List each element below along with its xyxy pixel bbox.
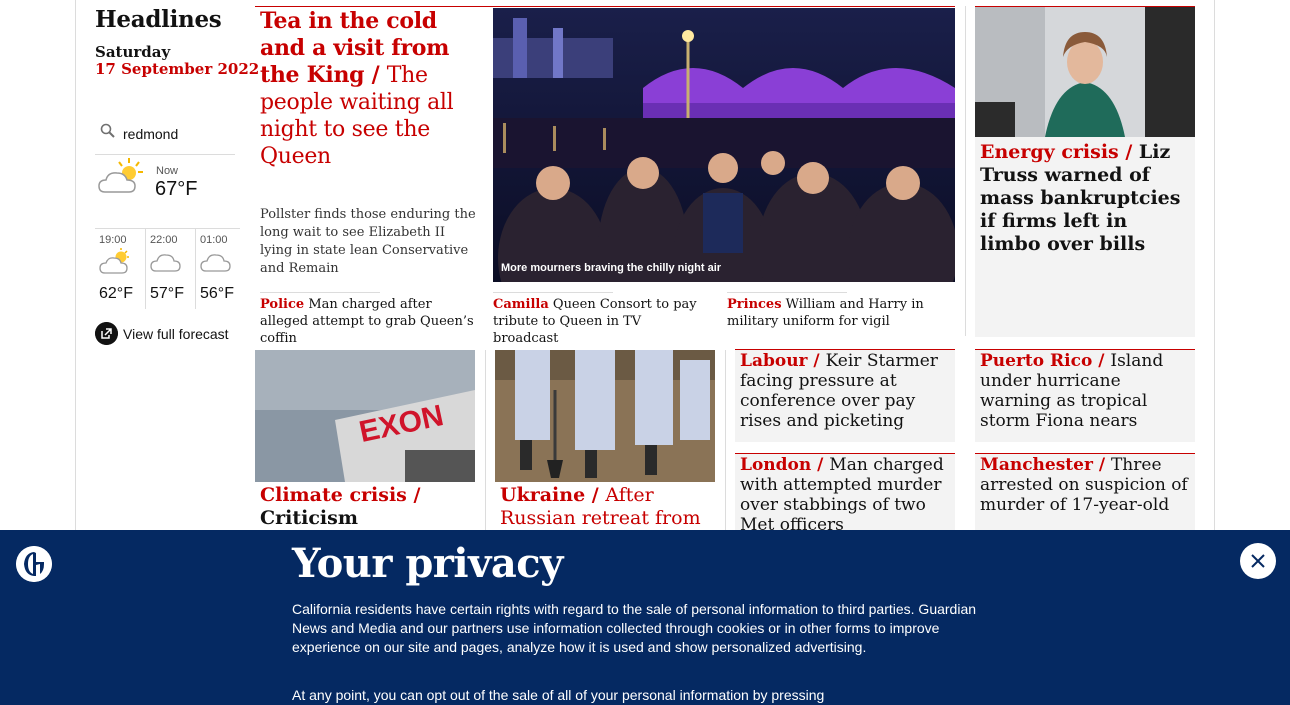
column-divider [485, 350, 486, 530]
privacy-title: Your privacy [292, 540, 563, 587]
ukraine-photo[interactable] [495, 350, 715, 482]
story-kicker: Puerto Rico / [980, 351, 1105, 371]
sublink-kicker: Police [260, 297, 305, 312]
puerto-rico-story-card[interactable]: Puerto Rico / Island under hurricane war… [975, 350, 1195, 442]
column-divider [965, 6, 966, 336]
sublink-police[interactable]: Police Man charged after alleged attempt… [260, 296, 480, 347]
now-temperature: 67°F [155, 178, 198, 200]
section-title: Headlines [95, 6, 222, 33]
liz-truss-photo [975, 7, 1195, 137]
guardian-logo-icon [16, 546, 52, 582]
now-label: Now [156, 165, 179, 177]
labour-story-card[interactable]: Labour / Keir Starmer facing pressure at… [735, 350, 955, 442]
privacy-paragraph: California residents have certain rights… [292, 601, 977, 655]
forecast-temp: 62°F [99, 285, 133, 302]
full-forecast-label: View full forecast [123, 326, 229, 342]
story-kicker: Climate crisis / [260, 484, 421, 506]
hourly-forecast: 19:00 62°F 22:00 57°F 01:00 56°F [95, 228, 243, 309]
forecast-temp: 57°F [150, 285, 184, 302]
london-headline: London / Man charged with attempted murd… [740, 455, 950, 535]
date-label: 17 September 2022 [95, 60, 260, 78]
energy-headline: Energy crisis / Liz Truss warned of mass… [980, 141, 1190, 256]
main-story-image[interactable]: More mourners braving the chilly night a… [493, 8, 955, 282]
story-kicker: London / [740, 455, 824, 475]
section-rule [255, 6, 955, 7]
forensic-team-image [495, 350, 715, 482]
image-caption: More mourners braving the chilly night a… [501, 262, 722, 274]
divider [260, 292, 380, 293]
privacy-banner: Your privacy California residents have c… [0, 530, 1290, 705]
sublink-princes[interactable]: Princes William and Harry in military un… [727, 296, 927, 330]
divider [493, 292, 613, 293]
forecast-time: 19:00 [99, 234, 127, 246]
divider [727, 292, 847, 293]
sublink-kicker: Camilla [493, 297, 549, 312]
search-icon [100, 123, 115, 138]
manchester-headline: Manchester / Three arrested on suspicion… [980, 455, 1190, 515]
privacy-paragraph: At any point, you can opt out of the sal… [292, 687, 825, 703]
external-link-icon [95, 322, 118, 345]
labour-headline: Labour / Keir Starmer facing pressure at… [740, 351, 950, 431]
energy-story-card[interactable]: Energy crisis / Liz Truss warned of mass… [975, 7, 1195, 337]
sublink-kicker: Princes [727, 297, 782, 312]
partly-cloudy-sun-icon [98, 158, 143, 193]
forecast-slot: 01:00 56°F [195, 229, 243, 309]
manchester-story-card[interactable]: Manchester / Three arrested on suspicion… [975, 454, 1195, 530]
forecast-slot: 22:00 57°F [145, 229, 193, 309]
main-standfirst: Pollster finds those enduring the long w… [260, 207, 476, 276]
close-icon[interactable] [1240, 543, 1276, 579]
london-story-card[interactable]: London / Man charged with attempted murd… [735, 454, 955, 535]
story-kicker: Manchester / [980, 455, 1106, 475]
exxon-photo[interactable]: EXON [255, 350, 475, 482]
forecast-temp: 56°F [200, 285, 234, 302]
cloud-icon [150, 254, 181, 272]
story-kicker: Labour / [740, 351, 820, 371]
ukraine-headline[interactable]: Ukraine / After Russian retreat from [500, 484, 710, 530]
forecast-slot: 19:00 62°F [95, 229, 143, 309]
day-label: Saturday [95, 43, 171, 61]
exxon-sign-image: EXON [255, 350, 475, 482]
weather-location[interactable]: redmond [95, 120, 235, 155]
column-divider [725, 350, 726, 530]
puerto-rico-headline: Puerto Rico / Island under hurricane war… [980, 351, 1190, 431]
forecast-time: 01:00 [200, 234, 228, 246]
forecast-time: 22:00 [150, 234, 178, 246]
mourners-photo [493, 8, 955, 282]
partly-cloudy-sun-icon [99, 248, 129, 274]
story-kicker: Ukraine / [500, 484, 599, 506]
sublink-camilla[interactable]: Camilla Queen Consort to pay tribute to … [493, 296, 708, 347]
main-headline[interactable]: Tea in the cold and a visit from the Kin… [260, 8, 482, 170]
cloud-icon [200, 254, 231, 272]
story-kicker: Energy crisis / [980, 141, 1133, 163]
location-name: redmond [123, 126, 179, 142]
